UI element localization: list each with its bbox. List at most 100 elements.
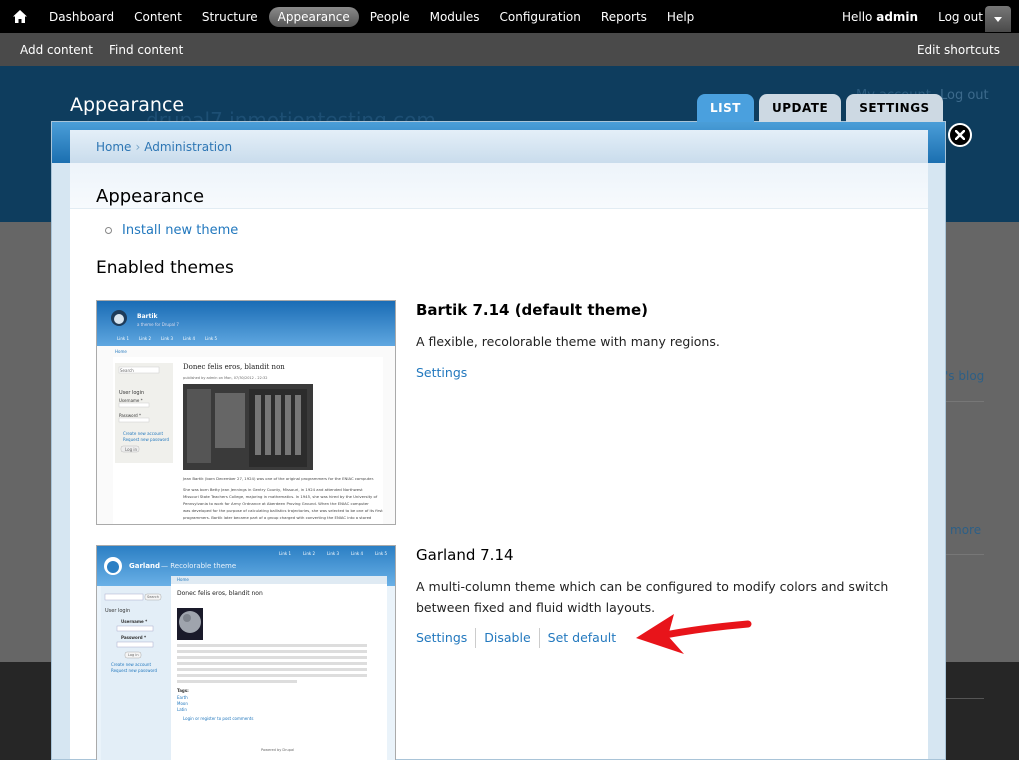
bartik-preview-body: was developed for the purpose of calcula…: [183, 508, 383, 513]
garland-settings-link[interactable]: Settings: [416, 630, 475, 648]
garland-theme-name: Garland 7.14: [416, 546, 514, 564]
shortcuts-bar: Add content Find content Edit shortcuts: [0, 33, 1019, 66]
garland-preview-user-login: User login: [105, 608, 131, 614]
bartik-theme-name: Bartik 7.14 (default theme): [416, 301, 649, 319]
shortcut-add-content[interactable]: Add content: [20, 43, 93, 57]
bartik-settings-link[interactable]: Settings: [416, 365, 475, 380]
primary-tabs: LIST UPDATE SETTINGS: [697, 94, 948, 122]
garland-preview-slogan: — Recolorable theme: [161, 562, 237, 570]
bartik-preview-password: Password *: [119, 413, 141, 418]
bartik-theme-description: A flexible, recolorable theme with many …: [416, 334, 720, 349]
background-divider: [940, 698, 984, 699]
background-blog-link: 's blog: [945, 369, 985, 383]
garland-preview-powered: Powered by Drupal: [261, 748, 295, 752]
garland-preview-search: Search: [147, 595, 160, 599]
page-title: Appearance: [96, 186, 205, 207]
garland-preview-nav-1: Link 1: [279, 551, 292, 556]
tab-update[interactable]: UPDATE: [758, 94, 842, 122]
garland-preview-tags-label: Tags:: [177, 688, 189, 693]
breadcrumb: Home › Administration: [70, 130, 928, 163]
bartik-preview-slogan: a theme for Drupal 7: [137, 322, 179, 327]
bartik-preview-site: Bartik: [137, 313, 158, 320]
garland-preview-home: Home: [177, 577, 189, 582]
bartik-preview-nav-4: Link 4: [183, 336, 196, 341]
bartik-preview-request: Request new password: [123, 437, 170, 442]
edit-shortcuts-link[interactable]: Edit shortcuts: [917, 33, 1000, 66]
breadcrumb-home[interactable]: Home: [96, 140, 131, 154]
bartik-preview-nav-5: Link 5: [205, 336, 218, 341]
install-new-theme-label: Install new theme: [122, 223, 239, 238]
bartik-preview-username: Username *: [119, 398, 143, 403]
toolbar-item-dashboard[interactable]: Dashboard: [40, 7, 123, 27]
greeting-prefix: Hello: [841, 9, 873, 24]
garland-preview-username: Username *: [121, 619, 148, 624]
garland-preview-request: Request new password: [111, 668, 158, 673]
garland-preview-nav-3: Link 3: [327, 551, 340, 556]
link-divider: [475, 628, 477, 648]
bartik-preview-body: Missouri State Teachers College, majorin…: [183, 494, 378, 499]
bartik-preview-login-btn: Log in: [125, 447, 138, 452]
breadcrumb-administration[interactable]: Administration: [144, 140, 232, 154]
toolbar-item-configuration[interactable]: Configuration: [491, 7, 590, 27]
toolbar-item-help[interactable]: Help: [658, 7, 703, 27]
garland-set-default-link[interactable]: Set default: [548, 630, 624, 648]
bartik-preview-meta: published by admin on Mon, 07/30/2012 - …: [183, 376, 268, 380]
shortcut-list: Add content Find content: [12, 33, 191, 66]
close-overlay-button[interactable]: [948, 123, 972, 147]
garland-preview-tag: Latin: [177, 707, 187, 712]
username[interactable]: admin: [876, 10, 918, 24]
logout-link[interactable]: Log out: [938, 10, 983, 24]
bartik-preview-search: Search: [120, 368, 134, 373]
link-divider: [538, 628, 540, 648]
toolbar-item-people[interactable]: People: [361, 7, 419, 27]
home-icon[interactable]: [0, 0, 40, 33]
garland-preview-site: Garland: [129, 562, 161, 570]
shortcut-find-content[interactable]: Find content: [109, 43, 183, 57]
garland-preview-login-note: Login or register to post comments: [183, 716, 254, 721]
enabled-themes-heading: Enabled themes: [96, 258, 234, 278]
page-header: Appearance: [70, 163, 928, 209]
background-more-link: more: [950, 523, 982, 537]
tab-settings[interactable]: SETTINGS: [846, 94, 943, 122]
toolbar-item-structure[interactable]: Structure: [193, 7, 267, 27]
bartik-preview-body: Pennsylvania to work for Army Ordnance a…: [183, 501, 369, 506]
bartik-preview-article-title: Donec felis eros, blandit non: [183, 363, 285, 371]
garland-screenshot: Garland — Recolorable theme Link 1 Link …: [96, 545, 396, 760]
close-icon: [955, 130, 965, 140]
bartik-preview-nav-1: Link 1: [117, 336, 130, 341]
bartik-screenshot: Bartik a theme for Drupal 7 Link 1 Link …: [96, 300, 396, 525]
garland-preview-nav-4: Link 4: [351, 551, 364, 556]
breadcrumb-separator: ›: [135, 139, 141, 154]
bartik-preview-home: Home: [115, 349, 127, 354]
toolbar-item-appearance[interactable]: Appearance: [268, 6, 359, 27]
toggle-drawer-button[interactable]: [985, 6, 1011, 32]
red-arrow-icon: [636, 614, 752, 654]
garland-preview-image: [97, 546, 395, 760]
garland-preview-tag: Moon: [177, 701, 188, 706]
garland-preview-article-title: Donec felis eros, blandit non: [177, 590, 263, 597]
garland-preview-password: Password *: [121, 635, 147, 640]
install-new-theme-link[interactable]: Install new theme: [105, 223, 238, 238]
garland-preview-login-btn: Log in: [128, 653, 139, 657]
bartik-preview-create: Create new account: [123, 431, 164, 436]
garland-theme-links: Settings Disable Set default: [416, 628, 624, 648]
toolbar-item-modules[interactable]: Modules: [421, 7, 489, 27]
toolbar-menu: Dashboard Content Structure Appearance P…: [0, 0, 705, 33]
bartik-preview-user-login: User login: [119, 390, 145, 396]
chevron-down-icon: [994, 16, 1002, 22]
tab-list[interactable]: LIST: [697, 94, 754, 122]
garland-preview-create: Create new account: [111, 662, 152, 667]
garland-preview-nav-5: Link 5: [375, 551, 388, 556]
bullet-icon: [105, 227, 112, 234]
toolbar-user: Hello admin Log out: [842, 0, 983, 33]
toolbar-item-reports[interactable]: Reports: [592, 7, 656, 27]
user-greeting: Hello admin: [842, 10, 918, 24]
bartik-preview-body: Jean Bartik (born December 27, 1924) was…: [183, 476, 375, 481]
toolbar-item-content[interactable]: Content: [125, 7, 191, 27]
admin-toolbar: Dashboard Content Structure Appearance P…: [0, 0, 1019, 33]
bartik-preview-body: programmers. Bartik later became part of…: [183, 515, 372, 520]
garland-preview-nav-2: Link 2: [303, 551, 316, 556]
garland-preview-tag: Earth: [177, 695, 188, 700]
garland-disable-link[interactable]: Disable: [484, 630, 538, 648]
bartik-theme-links: Settings: [416, 365, 475, 380]
